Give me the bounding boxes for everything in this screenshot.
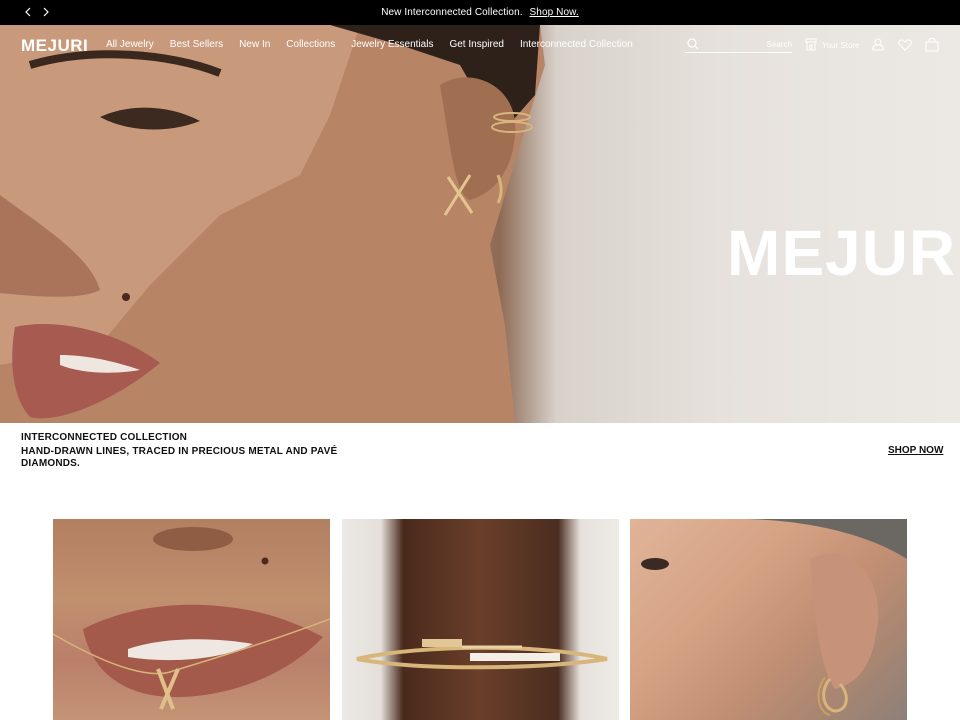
store-icon bbox=[805, 38, 817, 53]
announcement-bar: New Interconnected Collection. Shop Now. bbox=[0, 0, 960, 25]
menu-item-new-in[interactable]: New In bbox=[239, 39, 270, 50]
main-menu: All Jewelry Best Sellers New In Collecti… bbox=[106, 39, 633, 50]
shop-now-link[interactable]: SHOP NOW bbox=[888, 445, 943, 456]
site-header: MEJURI All Jewelry Best Sellers New In C… bbox=[0, 25, 960, 65]
search-icon bbox=[687, 37, 699, 55]
necklace-image bbox=[53, 527, 330, 710]
announcement-message: New Interconnected Collection. Shop Now. bbox=[0, 7, 960, 18]
announcement-text: New Interconnected Collection. bbox=[381, 7, 523, 18]
menu-item-interconnected[interactable]: Interconnected Collection bbox=[520, 39, 633, 50]
wishlist-icon[interactable] bbox=[898, 37, 912, 52]
product-tile-earring[interactable] bbox=[630, 519, 907, 720]
hero-caption: INTERCONNECTED COLLECTION HAND-DRAWN LIN… bbox=[21, 432, 341, 470]
menu-item-best-sellers[interactable]: Best Sellers bbox=[170, 39, 223, 50]
caption-title: INTERCONNECTED COLLECTION bbox=[21, 432, 188, 443]
menu-item-jewelry-essentials[interactable]: Jewelry Essentials bbox=[351, 39, 433, 50]
announcement-link[interactable]: Shop Now. bbox=[530, 7, 579, 18]
menu-item-get-inspired[interactable]: Get Inspired bbox=[449, 39, 503, 50]
product-tile-necklace[interactable] bbox=[53, 519, 330, 720]
hero-brand-text: MEJURI bbox=[727, 217, 960, 289]
menu-item-collections[interactable]: Collections bbox=[286, 39, 335, 50]
earring-image bbox=[641, 519, 907, 716]
header-icons bbox=[871, 37, 939, 52]
site-logo[interactable]: MEJURI bbox=[21, 36, 88, 56]
bag-icon[interactable] bbox=[925, 37, 939, 52]
account-icon[interactable] bbox=[871, 37, 885, 52]
search-input[interactable]: Search bbox=[685, 37, 792, 53]
store-label: Your Store bbox=[822, 41, 860, 50]
product-tile-bracelet[interactable] bbox=[342, 519, 619, 720]
menu-item-all-jewelry[interactable]: All Jewelry bbox=[106, 39, 154, 50]
caption-subtitle: HAND-DRAWN LINES, TRACED IN PRECIOUS MET… bbox=[21, 446, 338, 469]
hero-banner[interactable]: MEJURI bbox=[0, 25, 960, 423]
bracelet-image bbox=[356, 639, 608, 670]
your-store-link[interactable]: Your Store bbox=[805, 38, 860, 53]
search-label: Search bbox=[766, 40, 792, 49]
